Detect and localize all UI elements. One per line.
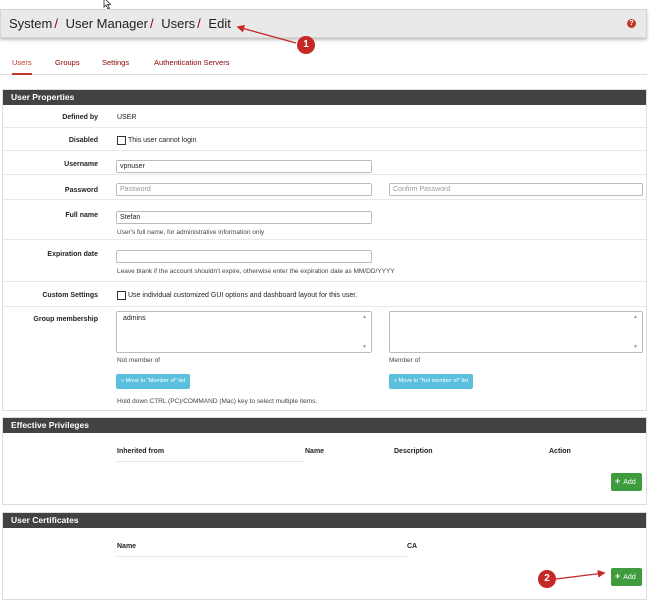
- expiration-date-input[interactable]: [116, 250, 372, 263]
- breadcrumb-user-manager[interactable]: User Manager: [66, 16, 148, 31]
- not-member-of-caption: Not member of: [117, 357, 160, 364]
- username-label: Username: [64, 161, 98, 168]
- move-to-member-button[interactable]: » Move to "Member of" list: [116, 374, 191, 389]
- column-header-name: Name: [117, 543, 137, 550]
- column-header-name: Name: [305, 448, 325, 455]
- custom-settings-checkbox-label: Use individual customized GUI options an…: [128, 292, 358, 299]
- move-to-not-member-button[interactable]: « Move to "Not member of" list: [389, 374, 474, 389]
- defined-by-row: Defined by USER: [3, 105, 646, 128]
- annotation-marker-1: 1: [297, 36, 315, 54]
- scroll-arrows-icon[interactable]: ▲ ▼: [633, 314, 639, 350]
- multi-select-help: Hold down CTRL (PC)/COMMAND (Mac) key to…: [117, 398, 318, 405]
- add-privilege-button[interactable]: + Add: [611, 473, 642, 491]
- help-icon[interactable]: ?: [627, 19, 636, 28]
- breadcrumb-separator: /: [149, 16, 154, 31]
- custom-settings-checkbox[interactable]: [117, 291, 126, 300]
- plus-icon: +: [615, 476, 621, 486]
- defined-by-value: USER: [117, 114, 137, 121]
- double-chevron-right-icon: »: [121, 378, 125, 384]
- disabled-checkbox[interactable]: [117, 136, 126, 145]
- not-member-of-list[interactable]: admins ▲ ▼: [116, 311, 372, 353]
- move-to-not-member-label: Move to "Not member of" list: [398, 378, 469, 384]
- column-header-inherited-from: Inherited from: [117, 448, 165, 455]
- member-of-list[interactable]: ▲ ▼: [389, 311, 643, 353]
- disabled-label: Disabled: [68, 137, 98, 144]
- breadcrumb-separator: /: [197, 16, 201, 31]
- breadcrumb: System / User Manager / Users / Edit: [9, 16, 231, 31]
- confirm-password-input[interactable]: Confirm Password: [389, 183, 643, 196]
- tab-groups[interactable]: Groups: [55, 58, 80, 67]
- group-membership-row: Group membership admins ▲ ▼ ▲ ▼ Not member…: [3, 307, 646, 411]
- move-to-member-label: Move to "Member of" list: [125, 378, 186, 384]
- full-name-label: Full name: [65, 212, 98, 219]
- username-input[interactable]: vpnuser: [116, 160, 372, 173]
- tab-users[interactable]: Users: [12, 58, 32, 75]
- defined-by-label: Defined by: [62, 114, 98, 121]
- member-of-caption: Member of: [389, 357, 421, 364]
- disabled-row: Disabled This user cannot login: [3, 128, 646, 151]
- add-certificate-button[interactable]: + Add: [611, 568, 642, 586]
- group-membership-label: Group membership: [33, 316, 98, 323]
- custom-settings-label: Custom Settings: [42, 292, 98, 299]
- password-label: Password: [64, 187, 98, 194]
- disabled-checkbox-label: This user cannot login: [128, 137, 197, 144]
- password-input[interactable]: Password: [116, 183, 372, 196]
- breadcrumb-users[interactable]: Users: [161, 16, 195, 31]
- breadcrumb-bar: System / User Manager / Users / Edit ?: [0, 9, 647, 38]
- list-item[interactable]: admins: [123, 315, 365, 322]
- custom-settings-row: Custom Settings Use individual customize…: [3, 282, 646, 307]
- full-name-row: Full name Stefan User's full name, for a…: [3, 200, 646, 240]
- column-header-ca: CA: [407, 543, 418, 550]
- expiration-label: Expiration date: [47, 251, 98, 258]
- user-properties-panel: User Properties Defined by USER Disabled…: [2, 89, 647, 411]
- column-header-action: Action: [549, 448, 571, 455]
- annotation-marker-2: 2: [538, 570, 556, 588]
- breadcrumb-separator: /: [54, 16, 58, 31]
- add-label: Add: [623, 574, 636, 581]
- tab-authentication-servers[interactable]: Authentication Servers: [154, 58, 229, 67]
- expiration-row: Expiration date Leave blank if the accou…: [3, 240, 646, 282]
- column-header-description: Description: [394, 448, 433, 455]
- panel-title: User Certificates: [3, 513, 646, 528]
- table-divider: [117, 461, 305, 462]
- double-chevron-left-icon: «: [394, 378, 398, 384]
- plus-icon: +: [615, 571, 621, 581]
- password-row: Password Password Confirm Password: [3, 175, 646, 200]
- add-label: Add: [623, 479, 636, 486]
- tab-settings[interactable]: Settings: [102, 58, 129, 67]
- panel-title: Effective Privileges: [3, 418, 646, 433]
- expiration-help: Leave blank if the account shouldn't exp…: [117, 268, 395, 275]
- username-row: Username vpnuser: [3, 151, 646, 175]
- breadcrumb-edit: Edit: [208, 16, 231, 31]
- effective-privileges-panel: Effective Privileges Inherited from Name…: [2, 417, 647, 505]
- tab-bar: Users Groups Settings Authentication Ser…: [0, 55, 647, 75]
- panel-title: User Properties: [3, 90, 646, 105]
- full-name-help: User's full name, for administrative inf…: [117, 229, 265, 236]
- scroll-arrows-icon[interactable]: ▲ ▼: [362, 314, 368, 350]
- table-divider: [117, 556, 407, 557]
- full-name-input[interactable]: Stefan: [116, 211, 372, 224]
- breadcrumb-system[interactable]: System: [9, 16, 52, 31]
